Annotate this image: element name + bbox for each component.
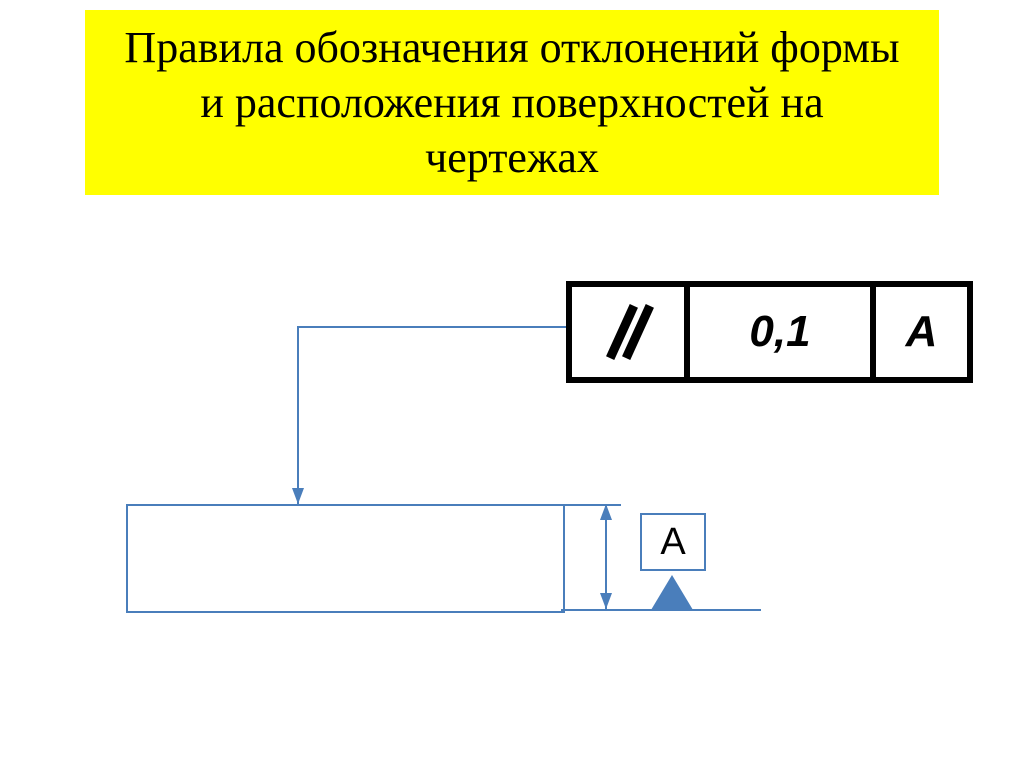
slide-title: Правила обозначения отклонений формы и р… <box>85 10 939 195</box>
leader-line-horizontal <box>297 326 566 328</box>
tolerance-value-cell: 0,1 <box>690 287 876 377</box>
datum-triangle-icon <box>651 575 693 610</box>
extension-line-top <box>561 504 621 506</box>
parallelism-icon <box>598 302 658 362</box>
arrow-up-icon <box>600 504 612 520</box>
tolerance-symbol-cell <box>572 287 690 377</box>
leader-line-vertical <box>297 326 299 504</box>
arrow-down-icon <box>600 593 612 609</box>
datum-label-box: А <box>640 513 706 571</box>
tolerance-frame: 0,1 А <box>566 281 973 383</box>
leader-arrow-icon <box>292 488 304 504</box>
tolerance-datum-cell: А <box>876 287 967 377</box>
part-outline <box>126 504 565 613</box>
